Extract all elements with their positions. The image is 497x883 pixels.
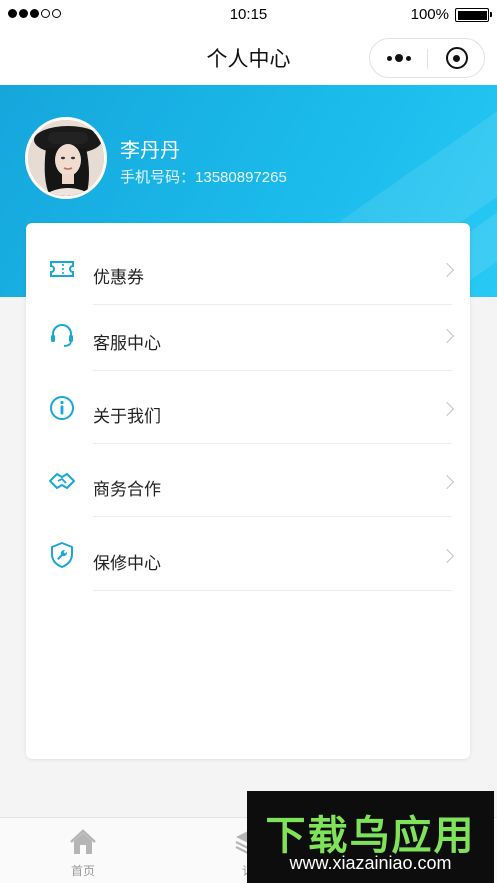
chevron-right-icon <box>439 548 455 564</box>
phone-row: 手机号码：13580897265 <box>120 166 287 187</box>
user-name: 李丹丹 <box>120 140 180 162</box>
menu-item-label: 保修中心 <box>93 554 161 573</box>
battery-icon <box>455 8 492 22</box>
phone-number: 13580897265 <box>195 169 287 186</box>
menu-item-label: 优惠券 <box>93 268 144 287</box>
shield-wrench-icon <box>51 542 73 568</box>
nav-bar: 个人中心 <box>0 30 497 85</box>
tab-label: 首页 <box>70 864 95 878</box>
menu-item-label: 商务合作 <box>93 480 161 499</box>
menu-item-label: 客服中心 <box>93 334 161 353</box>
phone-label: 手机号码： <box>120 169 196 186</box>
menu-item-customer-service[interactable]: 客服中心 <box>26 297 470 371</box>
target-icon <box>445 47 468 69</box>
divider <box>93 590 452 591</box>
battery-percentage: 100% <box>410 6 449 23</box>
chevron-right-icon <box>439 328 455 344</box>
coupon-icon <box>50 261 74 277</box>
close-button[interactable] <box>428 39 485 77</box>
menu-item-warranty-center[interactable]: 保修中心 <box>26 517 470 591</box>
menu-item-about-us[interactable]: 关于我们 <box>26 370 470 444</box>
mini-program-capsule <box>369 38 485 78</box>
tab-home[interactable]: 首页 <box>23 818 143 883</box>
chevron-right-icon <box>439 262 455 278</box>
menu-item-business-cooperation[interactable]: 商务合作 <box>26 443 470 517</box>
avatar[interactable] <box>25 117 107 199</box>
handshake-icon <box>49 473 75 489</box>
menu-item-coupon[interactable]: 优惠券 <box>26 231 470 305</box>
home-icon <box>70 829 96 854</box>
watermark-banner: 下载乌应用 www.xiazainiao.com <box>247 791 494 883</box>
watermark-url: www.xiazainiao.com <box>289 853 452 873</box>
status-bar: 10:15 100% <box>0 0 497 30</box>
menu-item-label: 关于我们 <box>93 407 161 426</box>
more-dots-icon[interactable] <box>370 39 427 77</box>
headset-icon <box>51 324 73 347</box>
info-icon <box>50 396 74 420</box>
chevron-right-icon <box>439 401 455 417</box>
chevron-right-icon <box>439 474 455 490</box>
menu-card: 优惠券 客服中心 关于我们 商务合作 保修中心 <box>26 223 470 759</box>
